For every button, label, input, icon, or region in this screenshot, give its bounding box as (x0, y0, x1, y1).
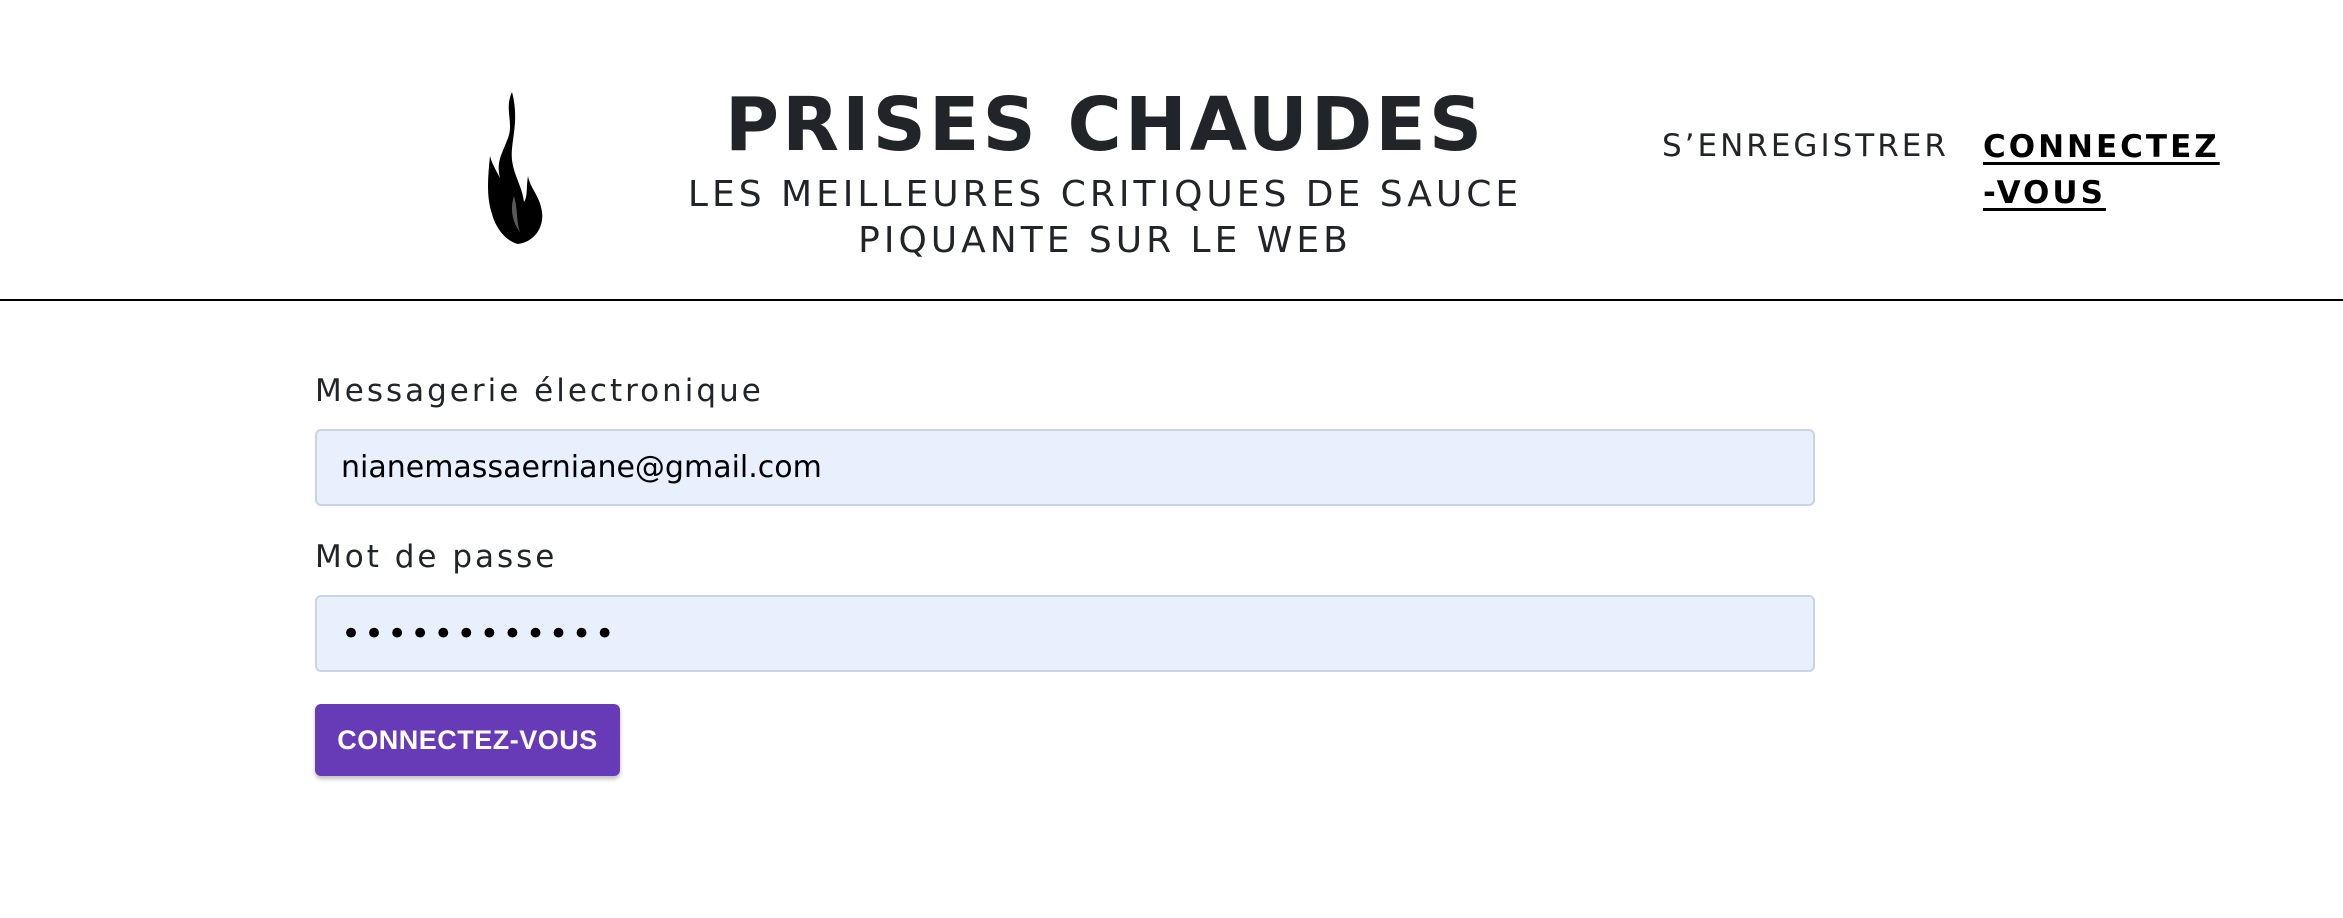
email-field[interactable] (315, 429, 1815, 506)
site-subtitle: LES MEILLEURES CRITIQUES DE SAUCE PIQUAN… (687, 174, 1523, 261)
site-title: PRISES CHAUDES (724, 82, 1486, 168)
password-label: Mot de passe (315, 539, 558, 575)
login-submit-button[interactable]: CONNECTEZ-VOUS (315, 704, 620, 776)
site-branding: PRISES CHAUDES LES MEILLEURES CRITIQUES … (600, 80, 1610, 264)
password-field[interactable] (315, 595, 1815, 672)
login-form: Messagerie électronique Mot de passe CON… (315, 370, 1815, 776)
site-header: PRISES CHAUDES LES MEILLEURES CRITIQUES … (0, 0, 2343, 301)
nav-login-link[interactable]: CONNECTEZ-VOUS (1983, 124, 2233, 216)
flame-icon (488, 92, 543, 244)
email-label: Messagerie électronique (315, 373, 764, 409)
nav-register-link[interactable]: S’ENREGISTRER (1662, 124, 1949, 168)
